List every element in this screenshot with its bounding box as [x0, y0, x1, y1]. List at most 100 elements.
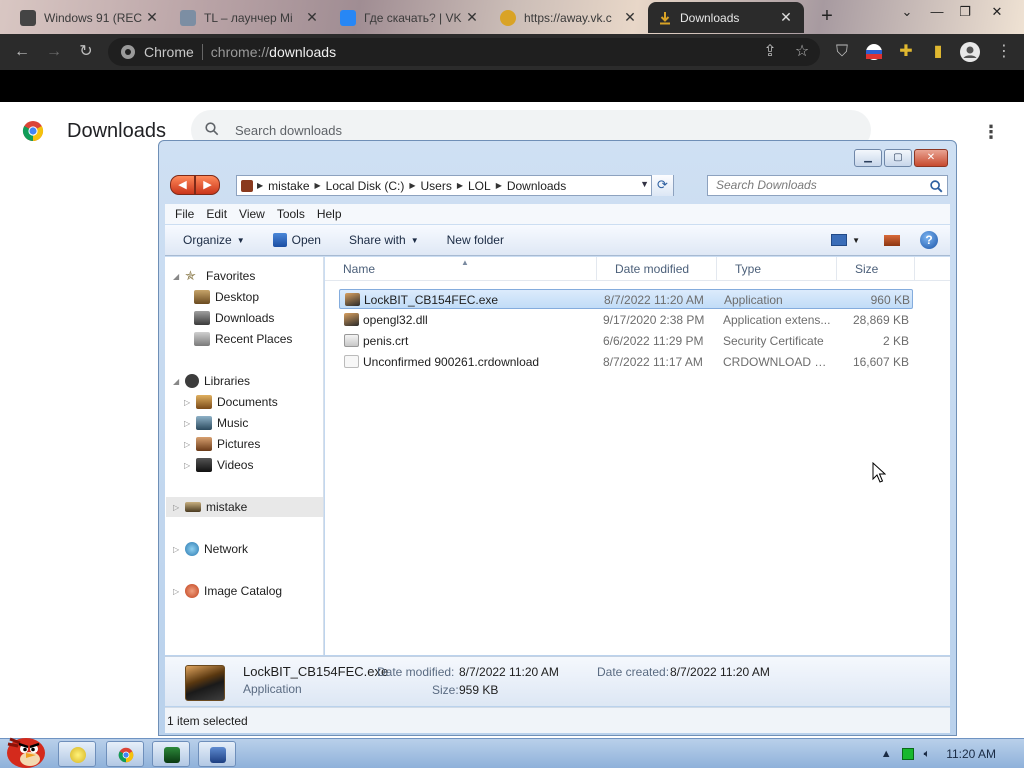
expand-icon[interactable]: ▷	[184, 419, 194, 428]
file-name: penis.crt	[363, 334, 409, 348]
column-date-modified[interactable]: Date modified	[597, 257, 717, 281]
back-arrow-icon[interactable]: ◀	[170, 175, 195, 195]
explorer-address-bar[interactable]: ▶ mistake ▶ Local Disk (C:) ▶ Users ▶ LO…	[236, 175, 674, 196]
nav-music[interactable]: ▷ Music	[184, 413, 248, 433]
table-row[interactable]: Unconfirmed 900261.crdownload 8/7/2022 1…	[339, 352, 913, 372]
show-hidden-icons-icon[interactable]: ▲	[881, 748, 892, 760]
forward-icon[interactable]: →	[44, 42, 64, 62]
menu-edit[interactable]: Edit	[206, 207, 227, 221]
share-icon[interactable]: ⇪	[760, 42, 780, 62]
tab-downloads[interactable]: Downloads ✕	[648, 2, 804, 33]
column-type[interactable]: Type	[717, 257, 837, 281]
table-row[interactable]: penis.crt 6/6/2022 11:29 PM Security Cer…	[339, 331, 913, 351]
expand-icon[interactable]: ▷	[184, 398, 194, 407]
refresh-icon[interactable]: ⟳	[651, 175, 673, 196]
reload-icon[interactable]: ↻	[76, 42, 96, 62]
organize-button[interactable]: Organize ▼	[183, 233, 245, 247]
nav-desktop[interactable]: Desktop	[194, 287, 259, 307]
share-with-button[interactable]: Share with ▼	[349, 233, 419, 247]
minimize-button[interactable]: ▁	[854, 149, 882, 167]
help-icon[interactable]: ?	[920, 231, 938, 249]
table-row[interactable]: opengl32.dll 9/17/2020 2:38 PM Applicati…	[339, 310, 913, 330]
maximize-button[interactable]: ▢	[884, 149, 912, 167]
breadcrumb-downloads[interactable]: Downloads	[507, 179, 566, 193]
address-dropdown-icon[interactable]: ▼	[640, 179, 649, 189]
menu-help[interactable]: Help	[317, 207, 342, 221]
nav-image-catalog[interactable]: ▷ Image Catalog	[173, 581, 282, 601]
explorer-search-input[interactable]: Search Downloads	[707, 175, 948, 196]
breadcrumb-lol[interactable]: LOL	[468, 179, 491, 193]
tab-search-icon[interactable]: ⌄	[896, 4, 918, 20]
new-tab-button[interactable]: +	[816, 5, 838, 27]
close-icon[interactable]: ✕	[778, 9, 794, 26]
nav-libraries[interactable]: ◢ Libraries	[173, 371, 250, 391]
bookmark-star-icon[interactable]: ☆	[792, 42, 812, 62]
nav-favorites[interactable]: ◢ ✯ Favorites	[173, 266, 255, 286]
more-options-icon[interactable]: ⋮	[982, 122, 1000, 142]
taskbar-window-button[interactable]	[198, 741, 236, 767]
start-button-angry-bird-icon[interactable]	[4, 729, 48, 768]
breadcrumb-arrow-icon: ▶	[257, 181, 264, 190]
expand-icon[interactable]: ▷	[184, 440, 194, 449]
file-size: 960 KB	[870, 293, 910, 307]
nav-recent-places[interactable]: Recent Places	[194, 329, 292, 349]
tab-away-vk[interactable]: https://away.vk.c ✕	[490, 2, 648, 33]
forward-arrow-icon[interactable]: ▶	[195, 175, 220, 195]
close-icon[interactable]: ✕	[622, 9, 638, 26]
tab-windows-91[interactable]: Windows 91 (REC ✕	[10, 2, 170, 33]
column-size[interactable]: Size	[837, 257, 915, 281]
close-icon[interactable]: ✕	[304, 9, 320, 26]
open-button[interactable]: Open	[272, 233, 321, 247]
menu-tools[interactable]: Tools	[277, 207, 305, 221]
chrome-menu-icon[interactable]: ⋮	[994, 42, 1014, 62]
nav-downloads[interactable]: Downloads	[194, 308, 274, 328]
menu-file[interactable]: File	[175, 207, 194, 221]
table-row[interactable]: LockBIT_CB154FEC.exe 8/7/2022 11:20 AM A…	[339, 289, 913, 309]
flag-extension-icon[interactable]	[864, 42, 884, 62]
breadcrumb-arrow-icon: ▶	[409, 181, 416, 190]
chevron-down-icon[interactable]: ▼	[852, 236, 860, 245]
side-panel-icon[interactable]: ▮	[928, 42, 948, 62]
minimize-icon[interactable]: —	[926, 4, 948, 19]
taskbar-chrome-button[interactable]	[106, 741, 144, 767]
breadcrumb-mistake[interactable]: mistake	[268, 179, 309, 193]
expand-icon[interactable]: ▷	[173, 545, 183, 554]
mouse-cursor-icon	[872, 462, 886, 483]
new-folder-button[interactable]: New folder	[447, 233, 504, 247]
nav-videos[interactable]: ▷ Videos	[184, 455, 253, 475]
details-file-name: LockBIT_CB154FEC.exe	[243, 664, 389, 679]
taskbar-monitor-button[interactable]	[152, 741, 190, 767]
menu-view[interactable]: View	[239, 207, 265, 221]
breadcrumb-users[interactable]: Users	[421, 179, 452, 193]
nav-pictures[interactable]: ▷ Pictures	[184, 434, 260, 454]
collapse-icon[interactable]: ◢	[173, 272, 183, 281]
extensions-puzzle-icon[interactable]: ✚	[896, 42, 916, 62]
back-icon[interactable]: ←	[12, 42, 32, 62]
close-window-icon[interactable]: ✕	[986, 4, 1008, 20]
preview-pane-icon[interactable]	[884, 234, 900, 246]
restore-icon[interactable]: ❐	[954, 4, 976, 20]
expand-icon[interactable]: ▷	[173, 587, 183, 596]
expand-icon[interactable]: ▷	[184, 461, 194, 470]
taskbar-explorer-button[interactable]	[58, 741, 96, 767]
tab-vk[interactable]: Где скачать? | VK ✕	[330, 2, 490, 33]
breadcrumb-local-disk[interactable]: Local Disk (C:)	[326, 179, 405, 193]
clock[interactable]: 11:20 AM	[946, 747, 996, 761]
column-name[interactable]: Name ▲	[325, 257, 597, 281]
tab-tl-launcher[interactable]: TL – лаунчер Mi ✕	[170, 2, 330, 33]
change-view-icon[interactable]	[831, 234, 848, 246]
collapse-icon[interactable]: ◢	[173, 377, 183, 386]
ublock-extension-icon[interactable]: ⛉	[832, 42, 852, 62]
battery-icon[interactable]	[901, 748, 914, 760]
address-bar[interactable]: Chrome chrome://downloads	[108, 38, 820, 66]
system-tray: ▲ 🔈︎ 11:20 AM	[881, 739, 1024, 768]
nav-documents[interactable]: ▷ Documents	[184, 392, 278, 412]
close-icon[interactable]: ✕	[464, 9, 480, 26]
nav-computer[interactable]: ▷ mistake	[166, 497, 323, 517]
close-button[interactable]: ✕	[914, 149, 948, 167]
profile-avatar-icon[interactable]	[960, 42, 980, 62]
nav-network[interactable]: ▷ Network	[173, 539, 248, 559]
volume-icon[interactable]: 🔈︎	[924, 748, 931, 761]
expand-icon[interactable]: ▷	[173, 503, 183, 512]
close-icon[interactable]: ✕	[144, 9, 160, 26]
